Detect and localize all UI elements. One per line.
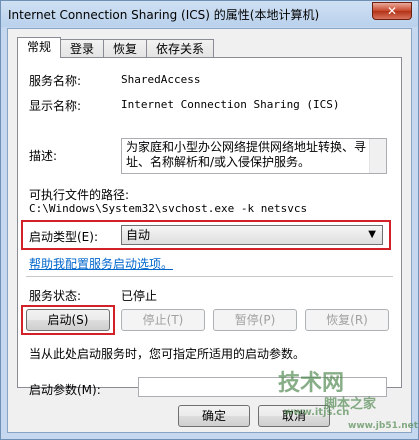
tab-logon[interactable]: 登录: [60, 39, 105, 58]
watermark-url-1: www.itjs.cn: [284, 407, 350, 418]
exe-path-label: 可执行文件的路径:: [29, 188, 130, 202]
display-name-value: Internet Connection Sharing (ICS): [121, 98, 340, 111]
tab-strip: 常规 登录 恢复 依存关系: [17, 37, 215, 58]
ok-button[interactable]: 确定: [178, 405, 250, 427]
description-scrollbar[interactable]: [369, 139, 386, 173]
start-params-hint: 当从此处启动服务时，您可指定所适用的启动参数。: [29, 347, 306, 361]
startup-type-select[interactable]: 自动 ▼: [121, 225, 383, 245]
tab-dependencies[interactable]: 依存关系: [146, 39, 215, 58]
description-text: 为家庭和小型办公网络提供网络地址转换、寻址、名称解析和/或入侵保护服务。: [126, 140, 367, 169]
close-button[interactable]: ✕: [372, 2, 412, 20]
dialog-client: 常规 登录 恢复 依存关系 服务名称: SharedAccess 显示名称: I…: [7, 28, 418, 433]
description-label: 描述:: [29, 149, 58, 163]
general-panel: 服务名称: SharedAccess 显示名称: Internet Connec…: [17, 57, 402, 397]
service-status-value: 已停止: [121, 289, 158, 303]
stop-button[interactable]: 停止(T): [121, 309, 205, 331]
service-status-label: 服务状态:: [29, 289, 82, 303]
help-link[interactable]: 帮助我配置服务启动选项。: [29, 255, 173, 272]
service-name-value: SharedAccess: [121, 73, 201, 86]
separator: [26, 276, 393, 277]
start-params-label: 启动参数(M):: [29, 383, 101, 397]
dropdown-arrow-icon: ▼: [368, 229, 376, 240]
watermark-url-2: www.jb51.net: [348, 421, 419, 431]
service-name-label: 服务名称:: [29, 74, 82, 88]
description-box[interactable]: 为家庭和小型办公网络提供网络地址转换、寻址、名称解析和/或入侵保护服务。: [121, 138, 387, 174]
start-button[interactable]: 启动(S): [26, 309, 110, 331]
title-bar[interactable]: Internet Connection Sharing (ICS) 的属性(本地…: [1, 1, 418, 28]
resume-button[interactable]: 恢复(R): [305, 309, 389, 331]
window-title: Internet Connection Sharing (ICS) 的属性(本地…: [8, 8, 320, 22]
startup-type-label: 启动类型(E):: [29, 230, 98, 244]
pause-button[interactable]: 暂停(P): [213, 309, 297, 331]
exe-path-value: C:\Windows\System32\svchost.exe -k netsv…: [29, 202, 308, 215]
startup-type-value: 自动: [126, 228, 151, 242]
properties-dialog: Internet Connection Sharing (ICS) 的属性(本地…: [0, 0, 419, 440]
display-name-label: 显示名称:: [29, 99, 82, 113]
tab-general[interactable]: 常规: [17, 37, 62, 58]
tab-recovery[interactable]: 恢复: [103, 39, 148, 58]
